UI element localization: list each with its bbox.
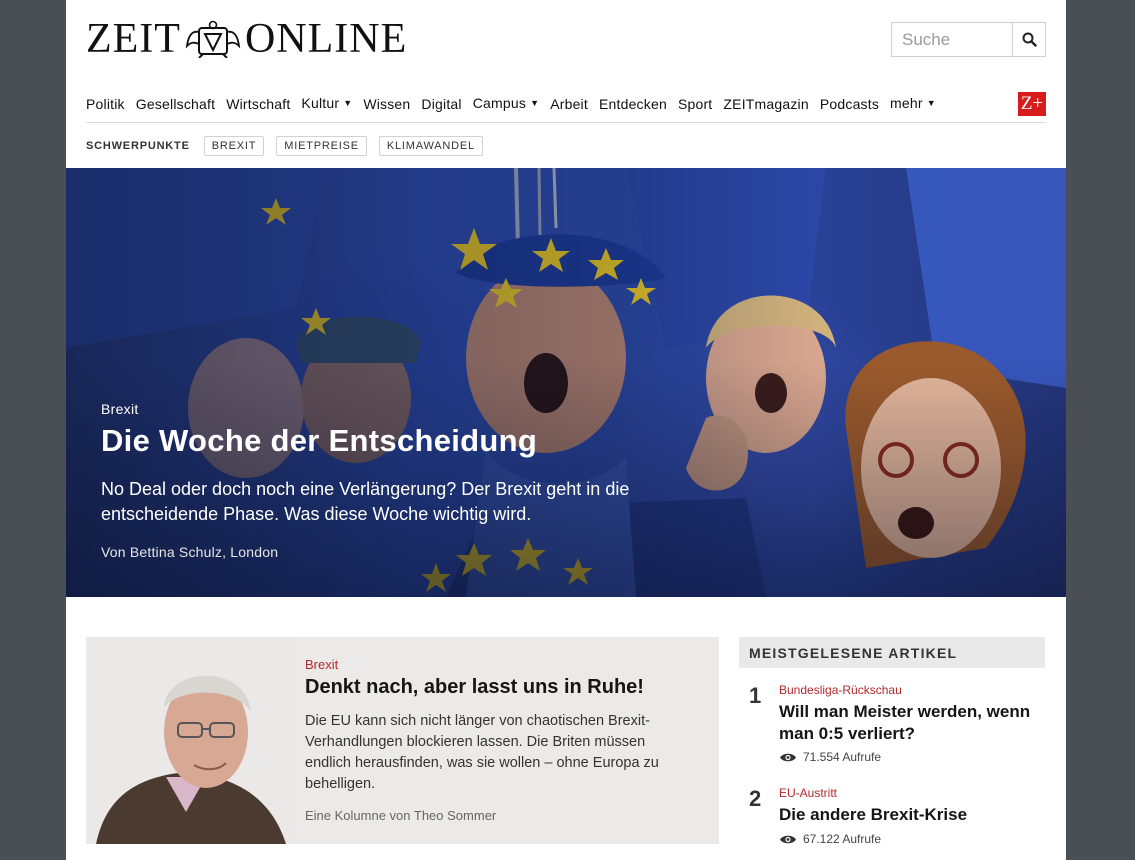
eye-icon [780, 835, 796, 843]
hero-title[interactable]: Die Woche der Entscheidung [101, 423, 537, 459]
column-teaser[interactable]: Brexit Denkt nach, aber lasst uns in Ruh… [86, 637, 719, 844]
nav-item-digital[interactable]: Digital [421, 90, 461, 122]
column-title[interactable]: Denkt nach, aber lasst uns in Ruhe! [305, 676, 644, 699]
hero-teaser-text: No Deal oder doch noch eine Verlängerung… [101, 479, 630, 524]
rank-number: 2 [749, 786, 762, 811]
main-navigation: Politik Gesellschaft Wirtschaft Kultur ▼ … [86, 90, 1046, 123]
hero-kicker: Brexit [101, 401, 139, 417]
nav-item-wissen[interactable]: Wissen [363, 90, 410, 122]
search-input[interactable] [892, 23, 1012, 56]
nav-item-campus[interactable]: Campus ▼ [473, 89, 539, 123]
article-kicker: Bundesliga-Rückschau [779, 683, 902, 697]
chevron-down-icon: ▼ [530, 98, 540, 108]
nav-item-gesellschaft[interactable]: Gesellschaft [136, 90, 215, 122]
logo-text-zeit: ZEIT [86, 16, 181, 62]
schwerpunkt-tag-klimawandel[interactable]: KLIMAWANDEL [378, 136, 483, 156]
nav-item-wirtschaft[interactable]: Wirtschaft [226, 90, 290, 122]
view-count-text: 71.554 Aufrufe [803, 750, 882, 764]
logo-text-online: ONLINE [244, 16, 408, 62]
view-count-text: 67.122 Aufrufe [803, 832, 882, 846]
view-count: 71.554 Aufrufe [779, 750, 881, 764]
schwerpunkte-bar: SCHWERPUNKTE BREXIT MIETPREISE KLIMAWAND… [86, 135, 495, 157]
nav-item-arbeit[interactable]: Arbeit [550, 90, 588, 122]
page: ZEIT ONLINE Politik Gesellschaft Wirtsch… [66, 0, 1066, 860]
schwerpunkt-tag-brexit[interactable]: BREXIT [203, 136, 265, 156]
hero-teaser[interactable]: Brexit Die Woche der Entscheidung No Dea… [66, 168, 1066, 597]
article-kicker: EU-Austritt [779, 786, 838, 800]
article-title[interactable]: Will man Meister werden, wenn man 0:5 ve… [779, 701, 1041, 745]
schwerpunkte-label: SCHWERPUNKTE [86, 140, 190, 152]
chevron-down-icon: ▼ [343, 98, 353, 108]
search-icon [1022, 32, 1037, 47]
meistgelesen-heading: MEISTGELESENE ARTIKEL [739, 637, 1045, 668]
hero-byline: Von Bettina Schulz, London [101, 544, 279, 560]
nav-item-mehr[interactable]: mehr ▼ [890, 89, 936, 123]
column-byline: Eine Kolumne von Theo Sommer [305, 808, 497, 823]
nav-item-entdecken[interactable]: Entdecken [599, 90, 667, 122]
zplus-button[interactable]: Z+ [1018, 92, 1046, 116]
column-kicker: Brexit [305, 657, 339, 672]
article-title[interactable]: Die andere Brexit-Krise [779, 804, 1041, 826]
hero-overlay [66, 168, 1066, 597]
column-teaser-text: Die EU kann sich nicht länger von chaoti… [305, 713, 659, 792]
nav-item-politik[interactable]: Politik [86, 90, 125, 122]
nav-item-kultur[interactable]: Kultur ▼ [301, 89, 352, 123]
nav-item-podcasts[interactable]: Podcasts [820, 90, 879, 122]
eye-icon [780, 753, 796, 761]
author-portrait [86, 637, 291, 844]
search-button[interactable] [1012, 23, 1045, 56]
nav-item-zeitmagazin[interactable]: ZEITmagazin [723, 90, 808, 122]
search-box [891, 22, 1046, 57]
schwerpunkt-tag-mietpreise[interactable]: MIETPREISE [276, 136, 367, 156]
nav-item-sport[interactable]: Sport [678, 90, 712, 122]
view-count: 67.122 Aufrufe [779, 832, 881, 846]
site-logo[interactable]: ZEIT ONLINE [86, 18, 407, 60]
rank-number: 1 [749, 683, 762, 708]
chevron-down-icon: ▼ [926, 98, 936, 108]
eagle-emblem-icon [185, 20, 241, 58]
